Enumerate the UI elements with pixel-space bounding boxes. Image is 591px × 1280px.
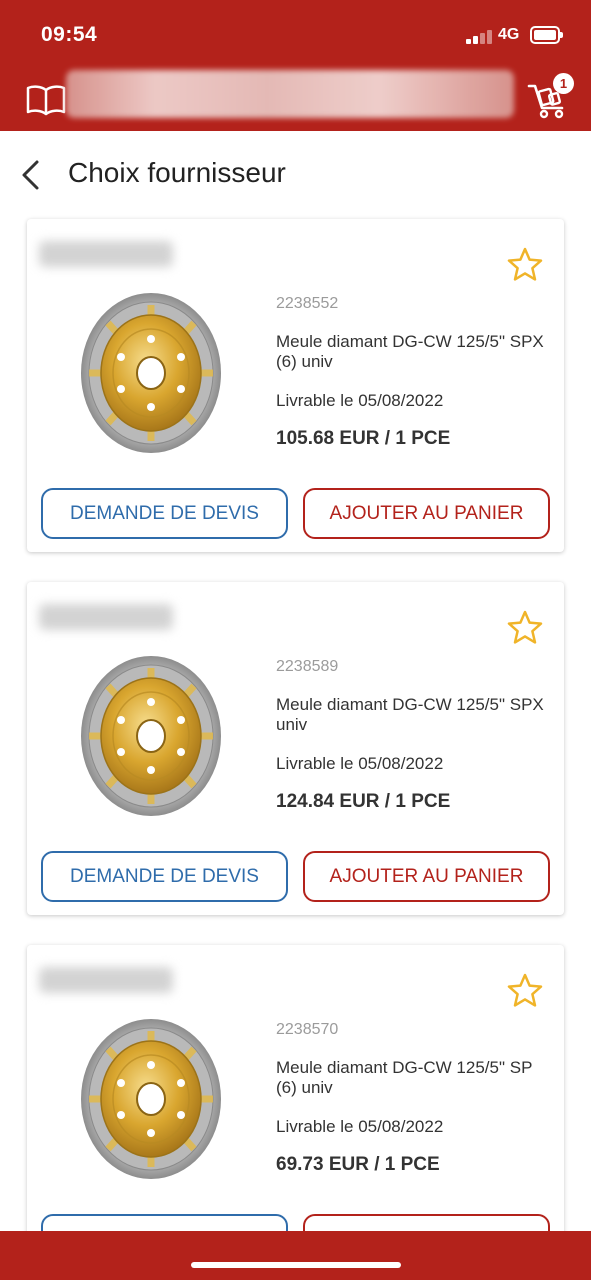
home-indicator[interactable] bbox=[191, 1262, 401, 1268]
product-reference: 2238570 bbox=[276, 1021, 339, 1038]
blurred-supplier-name bbox=[39, 604, 173, 630]
status-time: 09:54 bbox=[41, 23, 98, 46]
add-to-cart-button[interactable]: AJOUTER AU PANIER bbox=[303, 488, 550, 539]
product-card: 2238552 Meule diamant DG-CW 125/5" SPX (… bbox=[27, 219, 564, 552]
bottom-bar bbox=[0, 1231, 591, 1280]
delivery-date: Livrable le 05/08/2022 bbox=[276, 754, 444, 773]
cart-count-badge: 1 bbox=[553, 73, 574, 94]
product-price: 124.84 EUR / 1 PCE bbox=[276, 791, 451, 812]
product-description: Meule diamant DG-CW 125/5" SPX (6) univ bbox=[276, 332, 544, 371]
product-description: Meule diamant DG-CW 125/5" SPX univ bbox=[276, 695, 544, 734]
product-reference: 2238589 bbox=[276, 658, 339, 675]
favorite-star-icon[interactable] bbox=[507, 610, 543, 644]
product-price: 69.73 EUR / 1 PCE bbox=[276, 1154, 440, 1175]
diamond-wheel-image bbox=[79, 654, 224, 819]
blurred-supplier-name bbox=[39, 967, 173, 993]
delivery-date: Livrable le 05/08/2022 bbox=[276, 391, 444, 410]
network-type: 4G bbox=[498, 26, 520, 43]
blurred-supplier-name bbox=[39, 241, 173, 267]
product-card: 2238570 Meule diamant DG-CW 125/5" SP (6… bbox=[27, 945, 564, 1278]
signal-strength-icon bbox=[466, 28, 494, 44]
favorite-star-icon[interactable] bbox=[507, 247, 543, 281]
page-header: Choix fournisseur bbox=[0, 131, 591, 217]
product-card: 2238589 Meule diamant DG-CW 125/5" SPX u… bbox=[27, 582, 564, 915]
delivery-date: Livrable le 05/08/2022 bbox=[276, 1117, 444, 1136]
chevron-left-icon[interactable] bbox=[18, 159, 44, 191]
add-to-cart-button[interactable]: AJOUTER AU PANIER bbox=[303, 851, 550, 902]
diamond-wheel-image bbox=[79, 291, 224, 456]
product-reference: 2238552 bbox=[276, 295, 339, 312]
battery-icon bbox=[530, 26, 563, 44]
product-price: 105.68 EUR / 1 PCE bbox=[276, 428, 451, 449]
quote-request-button[interactable]: DEMANDE DE DEVIS bbox=[41, 851, 288, 902]
favorite-star-icon[interactable] bbox=[507, 973, 543, 1007]
diamond-wheel-image bbox=[79, 1017, 224, 1182]
book-icon[interactable] bbox=[26, 84, 66, 116]
page-title: Choix fournisseur bbox=[68, 157, 286, 188]
blurred-header-title bbox=[66, 70, 514, 118]
app-header: 09:54 4G 1 bbox=[0, 0, 591, 131]
product-description: Meule diamant DG-CW 125/5" SP (6) univ bbox=[276, 1058, 533, 1097]
quote-request-button[interactable]: DEMANDE DE DEVIS bbox=[41, 488, 288, 539]
